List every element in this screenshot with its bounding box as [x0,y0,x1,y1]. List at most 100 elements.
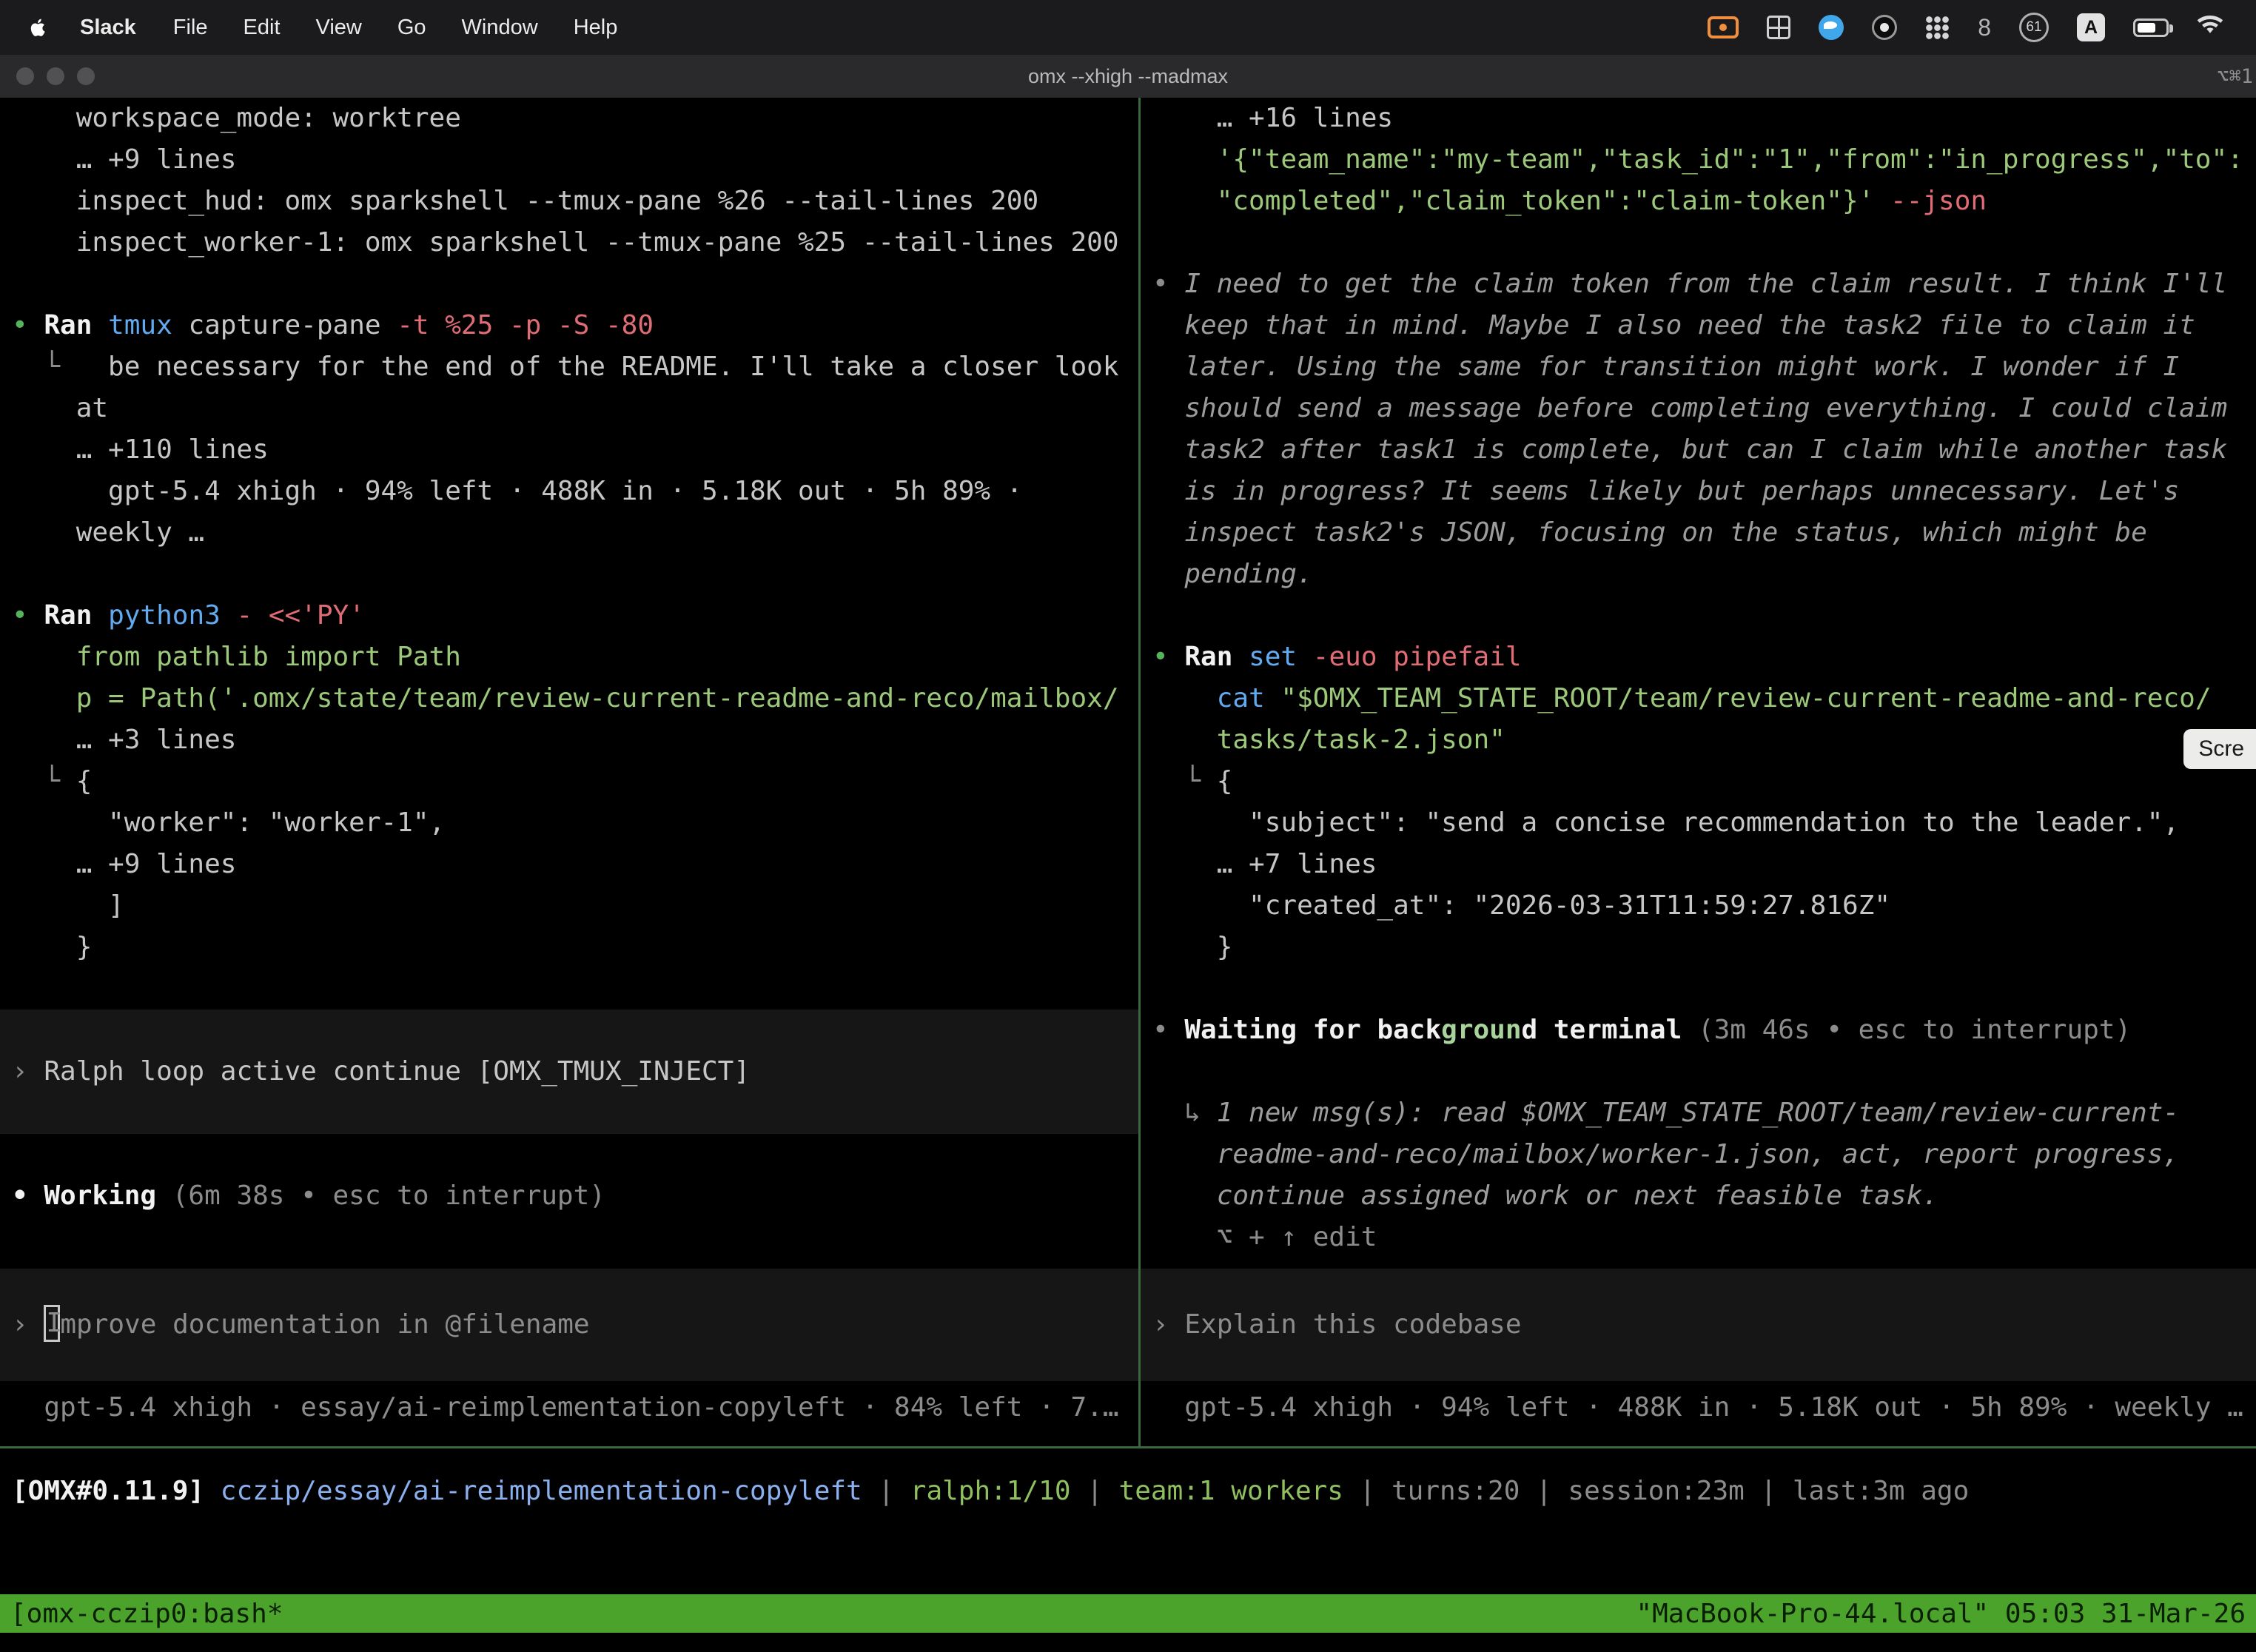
tmux-host-and-clock: "MacBook-Pro-44.local" 05:03 31-Mar-26 [1636,1599,2246,1629]
text-segment: [OMX#0.11.9] [12,1476,204,1506]
apple-menu-icon[interactable] [27,13,52,42]
text-segment: › Explain this codebase [1152,1309,1522,1340]
text-segment: task2 after task1 is complete, but can I… [1152,434,2227,465]
terminal-line: is in progress? It seems likely but perh… [1141,471,2256,512]
badge-61-icon[interactable]: 61 [2019,13,2049,42]
terminal-line: • Ran python3 - <<'PY' [0,595,1138,637]
right-pane-scrollback: … +16 lines '{"team_name":"my-team","tas… [1141,98,2256,1258]
terminal-line: should send a message before completing … [1141,388,2256,429]
menu-help[interactable]: Help [574,16,618,40]
text-segment: … +3 lines [12,725,236,755]
text-segment: "worker": "worker-1", [12,807,445,838]
text-segment: -euo pipefail [1313,642,1522,672]
terminal-line: readme-and-reco/mailbox/worker-1.json, a… [1141,1134,2256,1175]
utility-8-icon[interactable]: 8 [1978,16,1991,39]
terminal-line: inspect_worker-1: omx sparkshell --tmux-… [0,222,1138,263]
terminal-line [1141,968,2256,1010]
text-segment: from pathlib import Path [12,642,461,672]
close-button[interactable] [16,67,34,85]
text-segment [1265,683,1281,713]
active-app-name[interactable]: Slack [80,16,136,40]
window-tiling-icon[interactable] [1767,16,1790,39]
terminal-line: └ { [0,761,1138,802]
text-segment: - <<'PY' [236,600,364,631]
text-segment: • [1152,642,1184,672]
terminal-line: "completed","claim_token":"claim-token"}… [1141,181,2256,222]
dark-app-icon[interactable] [1872,15,1897,40]
menu-file[interactable]: File [173,16,208,40]
text-segment: cczip/essay/ai-reimplementation-copyleft [221,1476,862,1506]
text-segment [1232,642,1249,672]
text-segment: tmux [108,310,172,340]
text-segment: "$OMX_TEAM_STATE_ROOT/team/review-curren… [1280,683,2211,713]
text-cursor: I [44,1305,60,1342]
menu-go[interactable]: Go [397,16,426,40]
terminal-line: } [0,927,1138,968]
terminal-line: task2 after task1 is complete, but can I… [1141,429,2256,471]
text-segment: └ [12,352,108,382]
terminal-window: workspace_mode: worktree … +9 lines insp… [0,98,2256,1446]
blue-app-icon[interactable] [1819,15,1844,40]
terminal-line [0,1134,1138,1175]
minimize-button[interactable] [47,67,64,85]
menu-items: File Edit View Go Window Help [173,16,618,40]
left-prompt-input[interactable]: › Improve documentation in @filename [0,1304,1138,1346]
menu-edit[interactable]: Edit [244,16,281,40]
text-segment: • [1152,269,1184,299]
left-pane-scrollback: workspace_mode: worktree … +9 lines insp… [0,98,1138,1217]
left-pane-footer: gpt-5.4 xhigh · essay/ai-reimplementatio… [0,1387,1138,1428]
terminal-line: • Ran set -euo pipefail [1141,637,2256,678]
terminal-line: ↳ 1 new msg(s): read $OMX_TEAM_STATE_ROO… [1141,1092,2256,1134]
text-segment: | [1071,1476,1119,1506]
terminal-line: • Waiting for background terminal (3m 46… [1141,1010,2256,1051]
text-segment: { [1217,766,1233,796]
terminal-line: } [1141,927,2256,968]
text-segment: mprove documentation in @filename [60,1309,589,1340]
keyboard-layout-icon[interactable]: A [2077,13,2105,41]
text-segment: ⌥ + ↑ edit [1152,1222,1377,1252]
terminal-line: … +110 lines [0,429,1138,471]
terminal-line: '{"team_name":"my-team","task_id":"1","f… [1141,139,2256,181]
window-controls [16,67,95,85]
terminal-line: keep that in mind. Maybe I also need the… [1141,305,2256,346]
text-segment: ] [12,890,124,921]
text-segment: later. Using the same for transition mig… [1152,352,2179,382]
app-grid-icon[interactable] [1925,16,1950,40]
text-segment: gpt-5.4 xhigh · 94% left · 488K in · 5.1… [12,476,1022,506]
terminal-line: • Ran tmux capture-pane -t %25 -p -S -80 [0,305,1138,346]
text-segment: } [12,932,92,962]
text-segment: • Working [12,1181,156,1211]
text-segment: pending. [1152,559,1313,589]
text-segment [1297,642,1313,672]
terminal-line: inspect task2's JSON, focusing on the st… [1141,512,2256,554]
text-segment: inspect_worker-1: omx sparkshell --tmux-… [12,227,1119,258]
right-terminal-pane: … +16 lines '{"team_name":"my-team","tas… [1141,98,2256,1446]
clipped-screen-notification[interactable]: Scre [2183,729,2256,769]
battery-icon[interactable] [2133,19,2169,37]
terminal-line: … +7 lines [1141,844,2256,885]
text-segment: | turns:20 | session:23m | last:3m ago [1343,1476,1969,1506]
text-segment: › [12,1056,44,1087]
omx-status-line: [OMX#0.11.9] cczip/essay/ai-reimplementa… [0,1448,2256,1533]
text-segment: set [1249,642,1297,672]
zoom-button[interactable] [77,67,95,85]
wifi-icon[interactable] [2197,14,2223,41]
text-segment [92,600,108,631]
text-segment: • [12,600,44,631]
terminal-line: "created_at": "2026-03-31T11:59:27.816Z" [1141,885,2256,927]
text-segment: --json [1890,186,1987,216]
text-segment [204,1476,221,1506]
text-segment: Ran [1184,642,1232,672]
right-prompt-input[interactable]: › Explain this codebase [1141,1304,2256,1346]
text-segment: Waiting for back [1184,1015,1441,1045]
terminal-line: • I need to get the claim token from the… [1141,263,2256,305]
text-segment: | [862,1476,910,1506]
left-prompt-band[interactable]: › Improve documentation in @filename [0,1269,1138,1381]
menu-bar-status-icons: 8 61 A [1708,13,2223,42]
text-segment: '{"team_name":"my-team","task_id":"1","f… [1152,144,2243,175]
menu-view[interactable]: View [316,16,362,40]
right-prompt-band[interactable]: › Explain this codebase [1141,1269,2256,1381]
desktop: Slack File Edit View Go Window Help 8 61… [0,0,2256,1652]
menu-window[interactable]: Window [462,16,538,40]
screen-recording-indicator-icon[interactable] [1708,16,1739,38]
